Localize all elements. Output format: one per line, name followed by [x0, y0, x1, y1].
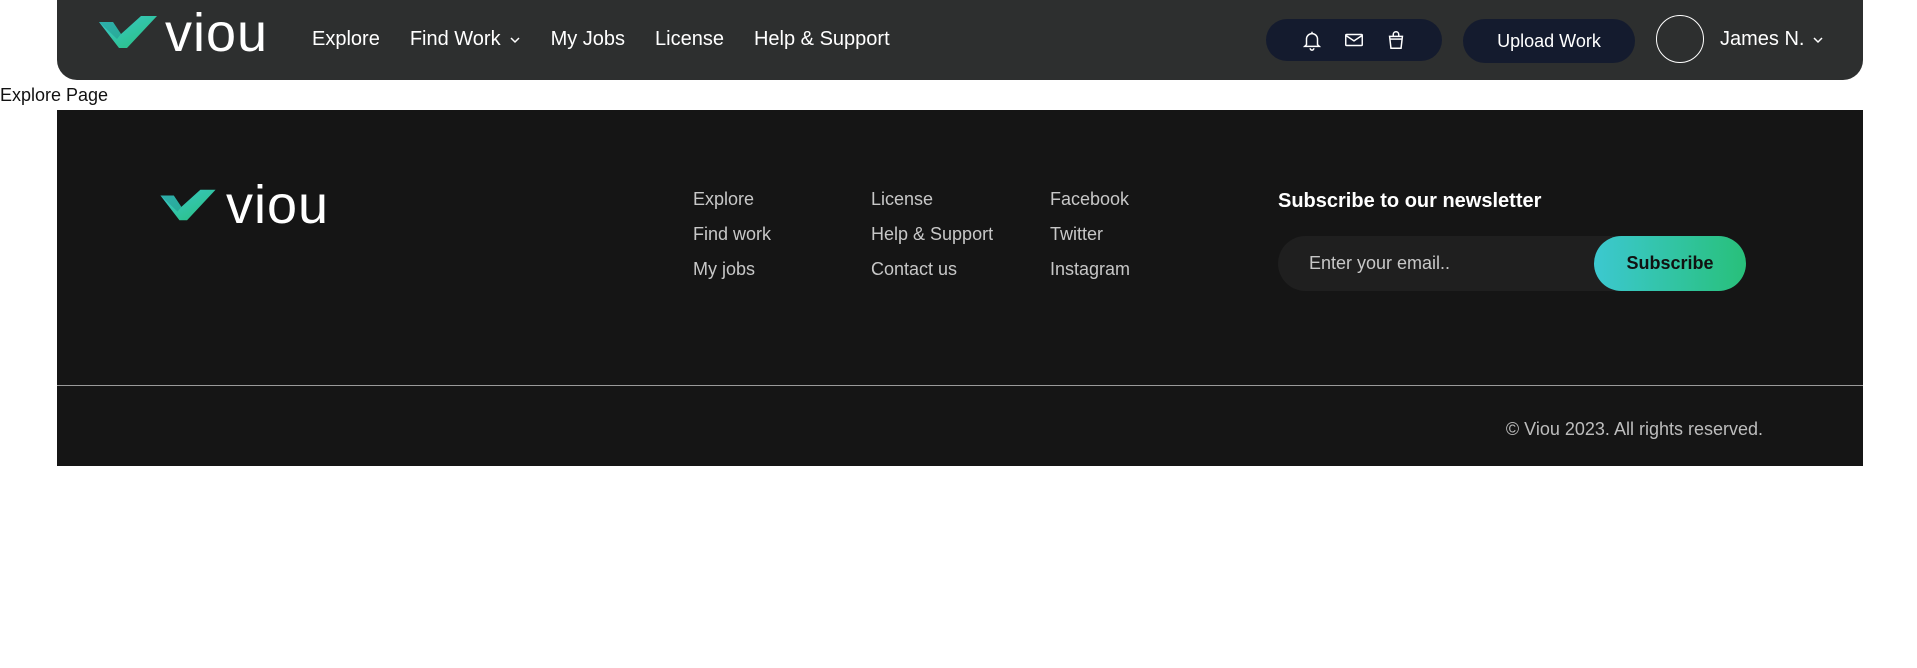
- nav-help-support[interactable]: Help & Support: [754, 28, 890, 51]
- footer-divider: [57, 385, 1863, 386]
- nav-my-jobs-label: My Jobs: [550, 28, 626, 50]
- top-navbar: viou Explore Find Work My Jobs License H…: [57, 0, 1863, 80]
- page-title: Explore Page: [0, 85, 109, 105]
- footer-links-column-1: Explore Find work My jobs: [693, 190, 771, 279]
- footer-link-find-work[interactable]: Find work: [693, 225, 771, 244]
- footer-viou-logo[interactable]: viou: [156, 178, 329, 232]
- subscribe-button[interactable]: Subscribe: [1594, 236, 1746, 291]
- nav-find-work[interactable]: Find Work: [410, 28, 521, 51]
- viou-logo[interactable]: viou: [97, 6, 268, 60]
- footer-logo-text: viou: [226, 175, 330, 235]
- main-nav: Explore Find Work My Jobs License Help &…: [312, 28, 890, 51]
- footer-link-license[interactable]: License: [871, 190, 993, 209]
- footer-links-column-2: License Help & Support Contact us: [871, 190, 993, 279]
- site-footer: viou Explore Find work My jobs License H…: [57, 110, 1863, 466]
- copyright-text: © Viou 2023. All rights reserved.: [1505, 419, 1763, 439]
- footer-link-help-support[interactable]: Help & Support: [871, 225, 993, 244]
- nav-explore[interactable]: Explore: [312, 28, 380, 51]
- nav-explore-label: Explore: [312, 28, 380, 50]
- footer-link-my-jobs[interactable]: My jobs: [693, 260, 771, 279]
- footer-link-instagram[interactable]: Instagram: [1050, 260, 1130, 279]
- footer-links-column-3: Facebook Twitter Instagram: [1050, 190, 1130, 279]
- avatar[interactable]: [1656, 15, 1704, 63]
- mail-icon[interactable]: [1343, 29, 1365, 51]
- user-name: James N.: [1720, 28, 1805, 50]
- viou-logo-mark-icon: [99, 16, 157, 48]
- user-menu[interactable]: James N.: [1720, 28, 1824, 51]
- chevron-down-icon: [509, 34, 521, 46]
- bag-icon[interactable]: [1385, 29, 1407, 51]
- chevron-down-icon: [1812, 34, 1824, 46]
- notification-icons-group: [1266, 19, 1442, 61]
- footer-link-twitter[interactable]: Twitter: [1050, 225, 1130, 244]
- footer-link-contact-us[interactable]: Contact us: [871, 260, 993, 279]
- footer-link-explore[interactable]: Explore: [693, 190, 771, 209]
- newsletter-form: Subscribe: [1278, 236, 1746, 291]
- newsletter-title: Subscribe to our newsletter: [1278, 190, 1542, 212]
- viou-logo-mark-icon: [160, 189, 216, 221]
- footer-link-facebook[interactable]: Facebook: [1050, 190, 1130, 209]
- nav-find-work-label: Find Work: [409, 28, 501, 50]
- viou-logo-text: viou: [165, 3, 269, 63]
- nav-help-support-label: Help & Support: [753, 28, 890, 50]
- nav-license[interactable]: License: [655, 28, 724, 51]
- upload-work-button[interactable]: Upload Work: [1463, 19, 1635, 63]
- nav-license-label: License: [655, 28, 724, 50]
- nav-my-jobs[interactable]: My Jobs: [551, 28, 625, 51]
- bell-icon[interactable]: [1301, 29, 1323, 51]
